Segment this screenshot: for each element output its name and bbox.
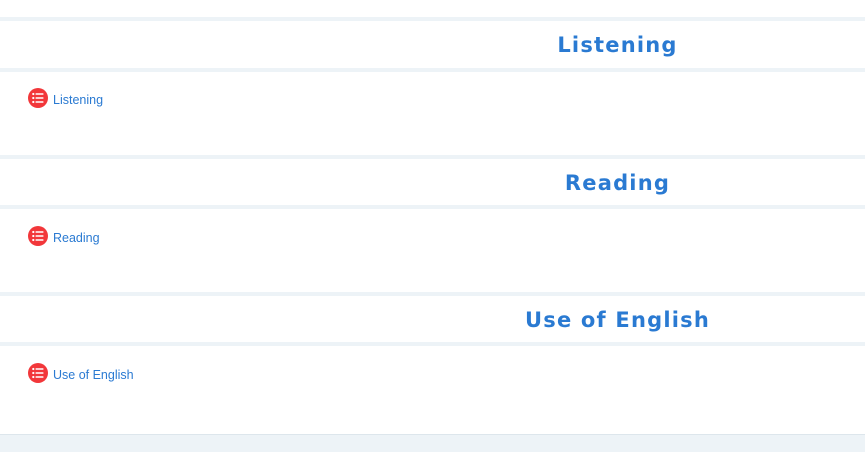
section-header-listening: Listening	[0, 22, 865, 68]
section-divider	[0, 68, 865, 72]
section-divider	[0, 292, 865, 296]
checklist-icon	[28, 226, 48, 246]
section-title: Listening	[557, 33, 678, 57]
section-divider	[0, 155, 865, 159]
course-page: Listening Listening Reading Reading Use …	[0, 0, 865, 452]
section-divider	[0, 205, 865, 209]
activity-link[interactable]: Use of English	[53, 368, 134, 382]
section-divider	[0, 342, 865, 346]
section-header-reading: Reading	[0, 160, 865, 206]
checklist-icon	[28, 88, 48, 108]
checklist-icon	[28, 363, 48, 383]
section-divider	[0, 17, 865, 21]
activity-item-use-of-english[interactable]: Use of English	[28, 363, 134, 383]
footer-bar	[0, 434, 865, 452]
activity-link[interactable]: Reading	[53, 231, 100, 245]
section-header-use-of-english: Use of English	[0, 297, 865, 343]
activity-item-reading[interactable]: Reading	[28, 226, 100, 246]
section-title: Use of English	[525, 308, 710, 332]
activity-link[interactable]: Listening	[53, 93, 103, 107]
activity-item-listening[interactable]: Listening	[28, 88, 103, 108]
section-title: Reading	[564, 171, 671, 195]
